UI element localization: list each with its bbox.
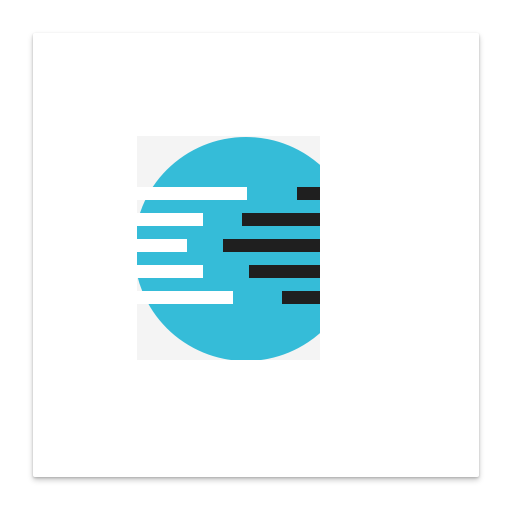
light-bar [137, 187, 247, 200]
light-bar [137, 213, 203, 226]
light-bar [137, 265, 203, 278]
dark-bar [242, 213, 320, 226]
light-bar [137, 291, 233, 304]
dark-bar [249, 265, 320, 278]
light-bar [137, 239, 187, 252]
dark-bar [282, 291, 320, 304]
dark-bar [297, 187, 320, 200]
screen [0, 0, 512, 512]
app-logo-icon [137, 136, 320, 360]
dark-bar [223, 239, 320, 252]
